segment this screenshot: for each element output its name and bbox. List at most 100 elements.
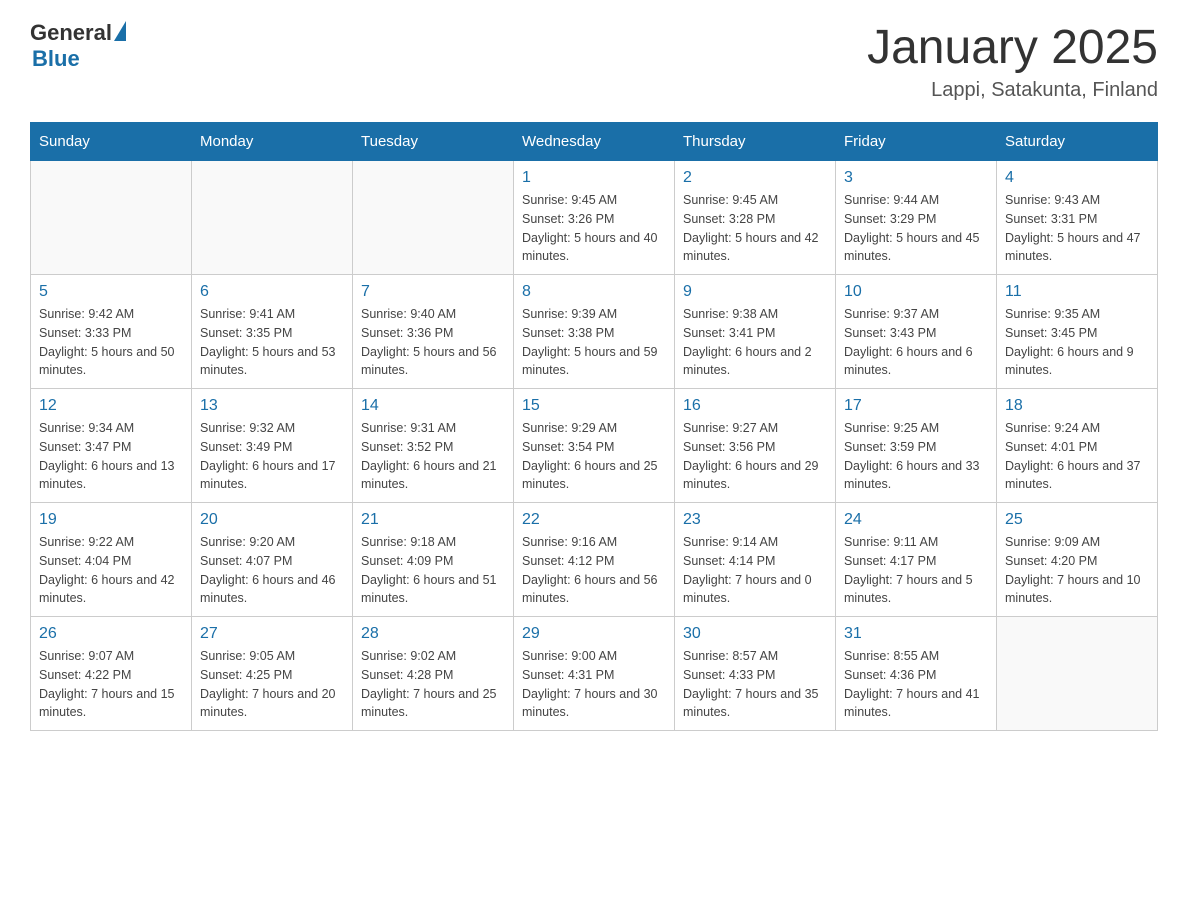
week-row-1: 1 Sunrise: 9:45 AMSunset: 3:26 PMDaylight… [31, 161, 1158, 275]
day-number: 7 [361, 283, 505, 301]
day-number: 2 [683, 169, 827, 187]
calendar-cell: 2 Sunrise: 9:45 AMSunset: 3:28 PMDaylight… [675, 161, 836, 275]
day-number: 28 [361, 625, 505, 643]
day-number: 8 [522, 283, 666, 301]
day-info: Sunrise: 9:45 AMSunset: 3:28 PMDaylight:… [683, 191, 827, 266]
day-info: Sunrise: 9:18 AMSunset: 4:09 PMDaylight:… [361, 533, 505, 608]
month-title: January 2025 [867, 20, 1158, 75]
page-header: General Blue January 2025 Lappi, Satakun… [30, 20, 1158, 102]
day-number: 16 [683, 397, 827, 415]
header-day-friday: Friday [836, 123, 997, 161]
header-day-wednesday: Wednesday [514, 123, 675, 161]
day-number: 30 [683, 625, 827, 643]
calendar-cell: 23 Sunrise: 9:14 AMSunset: 4:14 PMDayligh… [675, 503, 836, 617]
calendar-cell: 9 Sunrise: 9:38 AMSunset: 3:41 PMDaylight… [675, 275, 836, 389]
day-number: 11 [1005, 283, 1149, 301]
calendar-cell: 10Sunrise: 9:37 AMSunset: 3:43 PMDayligh… [836, 275, 997, 389]
day-info: Sunrise: 8:57 AMSunset: 4:33 PMDaylight:… [683, 647, 827, 722]
calendar-cell [31, 161, 192, 275]
calendar-table: SundayMondayTuesdayWednesdayThursdayFrid… [30, 122, 1158, 731]
calendar-cell: 20Sunrise: 9:20 AMSunset: 4:07 PMDayligh… [192, 503, 353, 617]
calendar-cell: 14Sunrise: 9:31 AMSunset: 3:52 PMDayligh… [353, 389, 514, 503]
day-info: Sunrise: 9:25 AMSunset: 3:59 PMDaylight:… [844, 419, 988, 494]
day-info: Sunrise: 9:14 AMSunset: 4:14 PMDaylight:… [683, 533, 827, 608]
header-day-tuesday: Tuesday [353, 123, 514, 161]
day-info: Sunrise: 9:39 AMSunset: 3:38 PMDaylight:… [522, 305, 666, 380]
day-info: Sunrise: 9:45 AMSunset: 3:26 PMDaylight:… [522, 191, 666, 266]
day-number: 26 [39, 625, 183, 643]
day-number: 4 [1005, 169, 1149, 187]
day-number: 3 [844, 169, 988, 187]
day-info: Sunrise: 9:44 AMSunset: 3:29 PMDaylight:… [844, 191, 988, 266]
day-number: 19 [39, 511, 183, 529]
day-number: 31 [844, 625, 988, 643]
day-number: 29 [522, 625, 666, 643]
title-section: January 2025 Lappi, Satakunta, Finland [867, 20, 1158, 102]
location: Lappi, Satakunta, Finland [867, 79, 1158, 102]
calendar-cell [353, 161, 514, 275]
day-info: Sunrise: 9:42 AMSunset: 3:33 PMDaylight:… [39, 305, 183, 380]
week-row-5: 26 Sunrise: 9:07 AMSunset: 4:22 PMDayligh… [31, 617, 1158, 731]
day-number: 27 [200, 625, 344, 643]
calendar-cell: 6Sunrise: 9:41 AMSunset: 3:35 PMDaylight… [192, 275, 353, 389]
day-number: 6 [200, 283, 344, 301]
day-info: Sunrise: 9:27 AMSunset: 3:56 PMDaylight:… [683, 419, 827, 494]
day-info: Sunrise: 9:34 AMSunset: 3:47 PMDaylight:… [39, 419, 183, 494]
day-number: 21 [361, 511, 505, 529]
day-number: 9 [683, 283, 827, 301]
day-info: Sunrise: 9:32 AMSunset: 3:49 PMDaylight:… [200, 419, 344, 494]
week-row-2: 5 Sunrise: 9:42 AMSunset: 3:33 PMDaylight… [31, 275, 1158, 389]
day-info: Sunrise: 9:38 AMSunset: 3:41 PMDaylight:… [683, 305, 827, 380]
day-number: 5 [39, 283, 183, 301]
logo-blue-text: Blue [32, 46, 80, 72]
calendar-cell: 29 Sunrise: 9:00 AMSunset: 4:31 PMDayligh… [514, 617, 675, 731]
day-info: Sunrise: 9:37 AMSunset: 3:43 PMDaylight:… [844, 305, 988, 380]
calendar-cell: 26 Sunrise: 9:07 AMSunset: 4:22 PMDayligh… [31, 617, 192, 731]
day-number: 25 [1005, 511, 1149, 529]
calendar-cell: 13 Sunrise: 9:32 AMSunset: 3:49 PMDayligh… [192, 389, 353, 503]
calendar-cell: 17Sunrise: 9:25 AMSunset: 3:59 PMDayligh… [836, 389, 997, 503]
day-info: Sunrise: 9:02 AMSunset: 4:28 PMDaylight:… [361, 647, 505, 722]
week-row-4: 19Sunrise: 9:22 AMSunset: 4:04 PMDayligh… [31, 503, 1158, 617]
header-day-saturday: Saturday [997, 123, 1158, 161]
day-info: Sunrise: 9:16 AMSunset: 4:12 PMDaylight:… [522, 533, 666, 608]
day-info: Sunrise: 9:05 AMSunset: 4:25 PMDaylight:… [200, 647, 344, 722]
day-number: 18 [1005, 397, 1149, 415]
calendar-cell: 28 Sunrise: 9:02 AMSunset: 4:28 PMDayligh… [353, 617, 514, 731]
day-info: Sunrise: 9:24 AMSunset: 4:01 PMDaylight:… [1005, 419, 1149, 494]
calendar-cell: 15Sunrise: 9:29 AMSunset: 3:54 PMDayligh… [514, 389, 675, 503]
calendar-cell: 16 Sunrise: 9:27 AMSunset: 3:56 PMDayligh… [675, 389, 836, 503]
day-info: Sunrise: 9:00 AMSunset: 4:31 PMDaylight:… [522, 647, 666, 722]
day-info: Sunrise: 9:35 AMSunset: 3:45 PMDaylight:… [1005, 305, 1149, 380]
calendar-cell: 27 Sunrise: 9:05 AMSunset: 4:25 PMDayligh… [192, 617, 353, 731]
calendar-cell: 7Sunrise: 9:40 AMSunset: 3:36 PMDaylight… [353, 275, 514, 389]
day-info: Sunrise: 8:55 AMSunset: 4:36 PMDaylight:… [844, 647, 988, 722]
day-number: 23 [683, 511, 827, 529]
calendar-cell: 19Sunrise: 9:22 AMSunset: 4:04 PMDayligh… [31, 503, 192, 617]
day-number: 12 [39, 397, 183, 415]
day-info: Sunrise: 9:11 AMSunset: 4:17 PMDaylight:… [844, 533, 988, 608]
logo-triangle-icon [114, 21, 126, 41]
day-number: 1 [522, 169, 666, 187]
calendar-cell: 11 Sunrise: 9:35 AMSunset: 3:45 PMDayligh… [997, 275, 1158, 389]
header-day-thursday: Thursday [675, 123, 836, 161]
day-number: 13 [200, 397, 344, 415]
calendar-cell: 8 Sunrise: 9:39 AMSunset: 3:38 PMDaylight… [514, 275, 675, 389]
calendar-cell: 12 Sunrise: 9:34 AMSunset: 3:47 PMDayligh… [31, 389, 192, 503]
logo: General Blue [30, 20, 126, 72]
day-info: Sunrise: 9:29 AMSunset: 3:54 PMDaylight:… [522, 419, 666, 494]
day-info: Sunrise: 9:43 AMSunset: 3:31 PMDaylight:… [1005, 191, 1149, 266]
day-number: 14 [361, 397, 505, 415]
calendar-cell: 30 Sunrise: 8:57 AMSunset: 4:33 PMDayligh… [675, 617, 836, 731]
day-info: Sunrise: 9:07 AMSunset: 4:22 PMDaylight:… [39, 647, 183, 722]
calendar-cell: 18 Sunrise: 9:24 AMSunset: 4:01 PMDayligh… [997, 389, 1158, 503]
header-day-sunday: Sunday [31, 123, 192, 161]
calendar-cell [192, 161, 353, 275]
calendar-cell: 4 Sunrise: 9:43 AMSunset: 3:31 PMDaylight… [997, 161, 1158, 275]
calendar-cell: 31 Sunrise: 8:55 AMSunset: 4:36 PMDayligh… [836, 617, 997, 731]
week-row-3: 12 Sunrise: 9:34 AMSunset: 3:47 PMDayligh… [31, 389, 1158, 503]
day-info: Sunrise: 9:20 AMSunset: 4:07 PMDaylight:… [200, 533, 344, 608]
calendar-cell: 21 Sunrise: 9:18 AMSunset: 4:09 PMDayligh… [353, 503, 514, 617]
calendar-header: SundayMondayTuesdayWednesdayThursdayFrid… [31, 123, 1158, 161]
calendar-cell: 5 Sunrise: 9:42 AMSunset: 3:33 PMDaylight… [31, 275, 192, 389]
